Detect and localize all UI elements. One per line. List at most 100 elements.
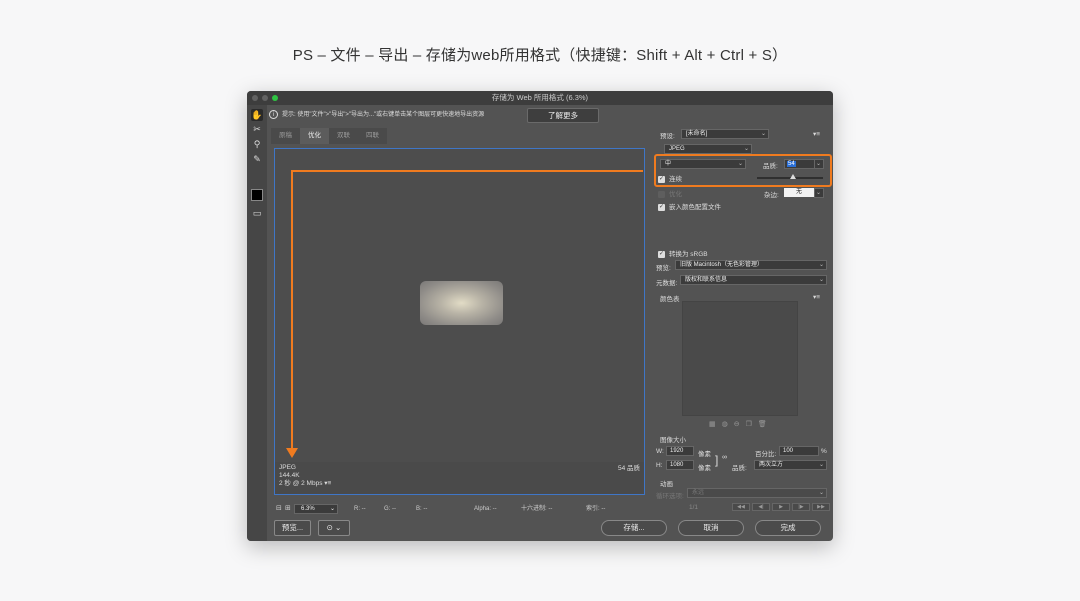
preset-label: 预设:	[660, 133, 675, 140]
zoom-tool-icon[interactable]: ⚲	[251, 138, 263, 150]
slider-knob[interactable]	[789, 174, 796, 179]
compression-select[interactable]: 中 ⌄	[660, 159, 746, 169]
chevron-down-icon: ⌄	[737, 161, 743, 167]
play-icon[interactable]: ▶	[772, 503, 790, 511]
color-table-menu-icon[interactable]: ▾≡	[813, 293, 820, 301]
width-unit: 像素	[698, 451, 711, 458]
height-field[interactable]: 1080	[666, 460, 694, 470]
chevron-down-icon: ⌄	[335, 523, 342, 532]
prev-frame-icon[interactable]: ◀|	[752, 503, 770, 511]
eyedropper-color-swatch[interactable]	[251, 189, 263, 201]
browser-preview-button[interactable]: ⊙ ⌄	[318, 520, 350, 536]
hand-tool-icon[interactable]: ✋	[251, 109, 263, 121]
status-hex: 十六进制: --	[521, 506, 553, 512]
close-button[interactable]	[252, 95, 258, 101]
optimization-info: JPEG 144.4K 2 秒 @ 2 Mbps ▾≡ 54 品质	[275, 462, 644, 494]
info-file-size: 144.4K	[279, 472, 300, 479]
height-unit: 像素	[698, 465, 711, 472]
chevron-down-icon: ⌄	[815, 190, 821, 196]
resample-select[interactable]: 两次立方 ⌄	[754, 460, 827, 470]
checkmark-icon: ✓	[658, 175, 665, 183]
status-g: G: --	[384, 506, 396, 512]
annotation-arrow-head	[286, 448, 298, 458]
lock-color-icon[interactable]: ⊖	[734, 421, 746, 428]
convert-srgb-checkbox[interactable]: ✓ 转换为 sRGB	[658, 248, 708, 258]
learn-more-button[interactable]: 了解更多	[527, 108, 599, 123]
tab-4-up[interactable]: 四联	[358, 128, 387, 144]
matte-label: 杂边:	[764, 192, 779, 199]
status-bar: ⊟ ⊞ 6.3% ⌄ R: -- G: -- B: -- Alpha: -- 十六…	[274, 503, 646, 515]
chevron-down-icon: ⌄	[818, 490, 824, 496]
preview-button[interactable]: 预览...	[274, 520, 311, 536]
chevron-down-icon: ⌄	[329, 506, 335, 512]
info-quality: 54 品质	[617, 465, 640, 472]
optimized-checkbox[interactable]: 优化	[658, 188, 682, 198]
chevron-down-icon: ⌄	[818, 462, 824, 468]
tab-original[interactable]: 原稿	[271, 128, 300, 144]
title-bar: 存储为 Web 所用格式 (6.3%)	[247, 91, 833, 105]
view-tabs: 原稿 优化 双联 四联	[271, 128, 387, 144]
done-button[interactable]: 完成	[755, 520, 821, 536]
status-b: B: --	[416, 506, 428, 512]
annotation-arrow-line	[291, 170, 293, 450]
matte-field[interactable]: 无	[784, 188, 814, 197]
save-for-web-dialog: 存储为 Web 所用格式 (6.3%) ✋ ✂ ⚲ ✎ ▭ i 提示: 使用"文件…	[247, 91, 833, 541]
info-download-speed: 2 秒 @ 2 Mbps	[279, 480, 323, 487]
quality-slider[interactable]	[757, 174, 823, 179]
width-field[interactable]: 1920	[666, 446, 694, 456]
animation-label: 动画	[660, 481, 673, 488]
metadata-select[interactable]: 版权和联系信息 ⌄	[680, 275, 827, 285]
preview-label: 预览:	[656, 265, 671, 272]
link-icon[interactable]: ∞	[722, 454, 727, 461]
slice-select-tool-icon[interactable]: ✂	[251, 123, 263, 135]
window-title: 存储为 Web 所用格式 (6.3%)	[491, 93, 589, 102]
image-preview-area[interactable]: JPEG 144.4K 2 秒 @ 2 Mbps ▾≡ 54 品质	[274, 148, 645, 495]
chevron-down-icon: ⌄	[815, 161, 821, 167]
preset-select[interactable]: [未命名] ⌄	[681, 129, 769, 139]
constrain-bracket: ]	[715, 453, 719, 467]
embed-profile-checkbox[interactable]: ✓ 嵌入颜色配置文件	[658, 201, 721, 211]
loop-label: 循环选项:	[656, 493, 684, 500]
tab-optimized[interactable]: 优化	[300, 128, 329, 144]
map-color-icon[interactable]: ▦	[709, 421, 722, 428]
progressive-checkbox[interactable]: ✓ 连续	[658, 173, 682, 183]
speed-menu-icon[interactable]: ▾≡	[324, 480, 331, 487]
cancel-button[interactable]: 取消	[678, 520, 744, 536]
shift-web-icon[interactable]: ◍	[722, 421, 734, 428]
animation-controls: ◀◀ ◀| ▶ |▶ ▶▶	[732, 503, 830, 511]
percent-unit: %	[821, 448, 827, 455]
info-format: JPEG	[279, 464, 296, 471]
chevron-down-icon: ⌄	[818, 262, 824, 268]
loop-select[interactable]: 永远 ⌄	[687, 488, 827, 498]
chevron-down-icon: ⌄	[818, 277, 824, 283]
quality-dropdown[interactable]: ⌄	[814, 159, 824, 169]
quality-field[interactable]: 54	[784, 159, 817, 169]
first-frame-icon[interactable]: ◀◀	[732, 503, 750, 511]
preview-select[interactable]: 旧版 Macintosh（无色彩管理） ⌄	[675, 260, 827, 270]
zoom-out-icon[interactable]: ⊟	[276, 503, 282, 515]
status-index: 索引: --	[586, 506, 606, 512]
color-table[interactable]	[682, 301, 798, 416]
last-frame-icon[interactable]: ▶▶	[812, 503, 830, 511]
zoom-level-select[interactable]: 6.3% ⌄	[294, 504, 338, 514]
minimize-button[interactable]	[262, 95, 268, 101]
trash-icon[interactable]: 🗑	[758, 421, 773, 428]
new-color-icon[interactable]: ❐	[746, 421, 758, 428]
eyedropper-tool-icon[interactable]: ✎	[251, 153, 263, 165]
save-button[interactable]: 存储...	[601, 520, 667, 536]
annotation-arrow-top	[291, 170, 643, 172]
toggle-slices-icon[interactable]: ▭	[251, 207, 263, 219]
tab-2-up[interactable]: 双联	[329, 128, 358, 144]
chevron-down-icon: ⌄	[760, 131, 766, 137]
zoom-in-icon[interactable]: ⊞	[285, 503, 291, 515]
matte-dropdown[interactable]: ⌄	[814, 188, 824, 198]
status-r: R: --	[354, 506, 366, 512]
panel-menu-icon[interactable]: ▾≡	[813, 130, 820, 138]
format-select[interactable]: JPEG ⌄	[664, 144, 752, 154]
next-frame-icon[interactable]: |▶	[792, 503, 810, 511]
browser-icon: ⊙	[326, 523, 333, 532]
zoom-button[interactable]	[272, 95, 278, 101]
page-caption: PS – 文件 – 导出 – 存储为web所用格式（快捷键：Shift + Al…	[292, 47, 788, 64]
color-table-tools: ▦◍⊖❐🗑	[709, 420, 773, 428]
percent-field[interactable]: 100	[779, 446, 819, 456]
